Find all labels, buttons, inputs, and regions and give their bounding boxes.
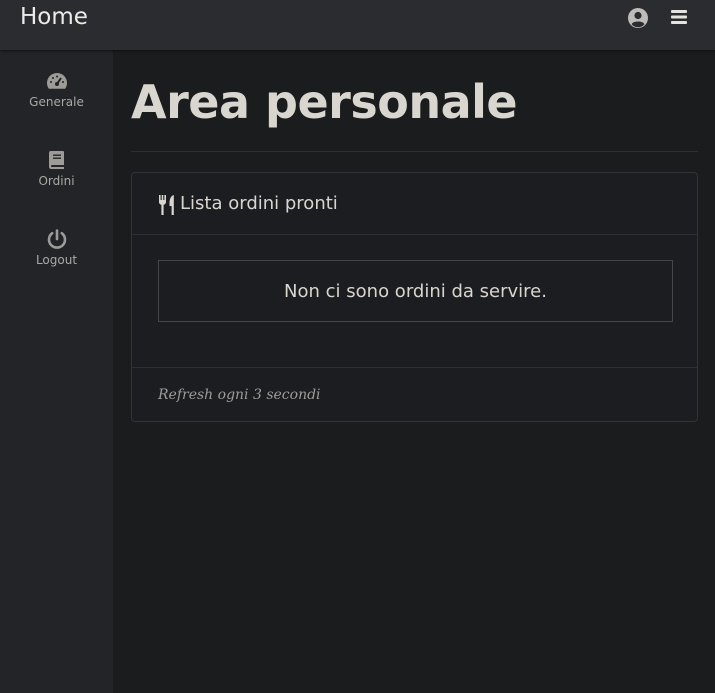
title-divider xyxy=(131,151,698,152)
speedometer-icon xyxy=(46,73,67,89)
card-footer: Refresh ogni 3 secondi xyxy=(132,367,697,422)
sidebar-item-logout[interactable]: Logout xyxy=(0,229,113,267)
page-title: Area personale xyxy=(131,75,518,129)
sidebar-item-ordini[interactable]: Ordini xyxy=(0,150,113,188)
sidebar-item-label: Logout xyxy=(35,253,78,267)
user-circle-icon[interactable] xyxy=(627,7,649,33)
utensils-icon xyxy=(158,195,176,219)
card-header: Lista ordini pronti xyxy=(132,173,697,235)
power-icon xyxy=(47,229,66,249)
refresh-note: Refresh ogni 3 secondi xyxy=(158,387,321,403)
top-navbar: Home xyxy=(0,0,715,50)
ready-orders-card: Lista ordini pronti Non ci sono ordini d… xyxy=(131,172,698,422)
sidebar-item-label: Generale xyxy=(29,95,84,109)
sidebar-item-generale[interactable]: Generale xyxy=(0,71,113,109)
empty-orders-message: Non ci sono ordini da servire. xyxy=(158,260,673,322)
brand-home-link[interactable]: Home xyxy=(20,4,88,30)
hamburger-menu-icon[interactable] xyxy=(669,7,689,31)
card-title: Lista ordini pronti xyxy=(180,193,338,214)
book-icon xyxy=(48,151,64,169)
sidebar: Generale Ordini Logout xyxy=(0,50,113,693)
sidebar-item-label: Ordini xyxy=(38,174,75,188)
